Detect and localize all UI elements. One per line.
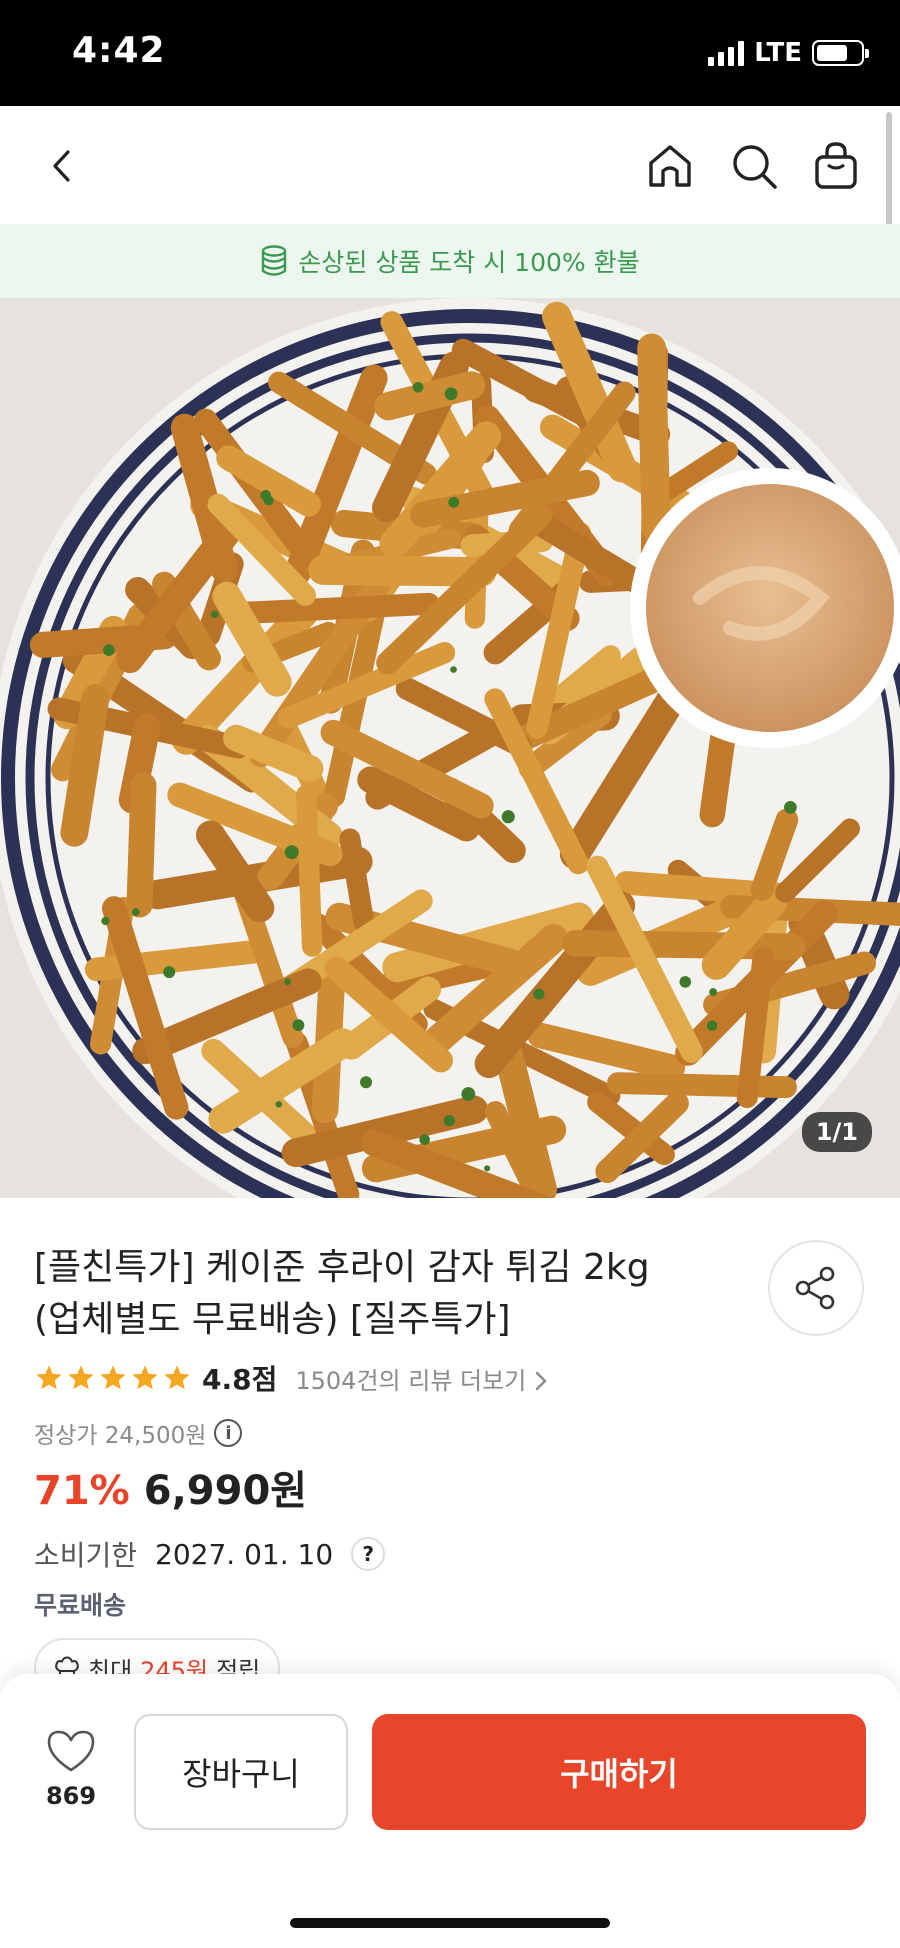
refund-banner: 손상된 상품 도착 시 100% 환불: [0, 224, 900, 298]
star-icon: [36, 1365, 62, 1390]
reviews-link-label: 1504건의 리뷰 더보기: [295, 1366, 527, 1395]
herb-fleck: [163, 966, 176, 979]
fries-illustration: [0, 298, 900, 1198]
fry-stick: [606, 1072, 797, 1099]
chevron-right-icon: [535, 1371, 547, 1390]
search-button[interactable]: [726, 138, 782, 194]
herb-fleck: [412, 381, 424, 393]
info-icon[interactable]: i: [214, 1419, 243, 1447]
status-indicators: LTE: [708, 38, 869, 68]
herb-fleck: [284, 978, 292, 986]
fry-stick: [223, 592, 440, 625]
herb-fleck: [784, 800, 797, 814]
herb-fleck: [103, 644, 115, 656]
herb-fleck: [448, 496, 460, 508]
herb-fleck: [484, 1165, 491, 1172]
home-button[interactable]: [642, 138, 698, 194]
herb-fleck: [292, 1019, 305, 1032]
coin-stack-icon: [262, 245, 287, 276]
herb-fleck: [419, 1134, 430, 1145]
herb-fleck: [533, 988, 545, 1000]
fry-stick: [126, 772, 157, 918]
fry-stick: [637, 333, 671, 543]
rating-row: 4.8점 1504건의 리뷰 더보기: [34, 1358, 548, 1398]
discount-rate: 71%: [34, 1468, 130, 1514]
home-indicator: [290, 1918, 610, 1928]
herb-fleck: [709, 988, 718, 996]
battery-icon: [812, 40, 869, 66]
herb-fleck: [275, 1101, 283, 1108]
original-price-row: 정상가 24,500원 i: [34, 1416, 243, 1450]
herb-fleck: [210, 610, 219, 619]
fry-stick: [308, 555, 497, 587]
herb-fleck: [444, 387, 458, 401]
rating-score: 4.8점: [202, 1363, 278, 1396]
product-image[interactable]: 1/1: [0, 298, 900, 1198]
star-icon: [132, 1365, 158, 1390]
home-icon: [649, 145, 691, 187]
cart-nav-button[interactable]: [808, 138, 864, 194]
herb-fleck: [461, 1087, 476, 1101]
status-time: 4:42: [72, 30, 166, 71]
wishlist-button[interactable]: 869: [36, 1728, 106, 1810]
share-icon: [795, 1266, 835, 1310]
bottom-action-bar: 869 장바구니 구매하기: [0, 1674, 900, 1948]
product-title: [플친특가] 케이준 후라이 감자 튀김 2kg (업체별도 무료배송) [질주…: [34, 1242, 734, 1346]
reviews-link[interactable]: 1504건의 리뷰 더보기: [295, 1361, 548, 1396]
star-icon: [68, 1365, 94, 1390]
product-title-line2: (업체별도 무료배송) [질주특가]: [34, 1299, 511, 1340]
share-button[interactable]: [768, 1240, 864, 1336]
network-label: LTE: [754, 38, 802, 68]
herb-fleck: [450, 666, 457, 673]
top-navigation: [0, 106, 900, 224]
shipping-label: 무료배송: [34, 1591, 127, 1620]
expiry-label: 소비기한: [34, 1539, 138, 1572]
herb-fleck: [101, 916, 110, 926]
herb-fleck: [501, 810, 515, 824]
product-title-line1: [플친특가] 케이준 후라이 감자 튀김 2kg: [34, 1247, 650, 1288]
expiry-value: 2027. 01. 10: [155, 1537, 334, 1571]
refund-banner-text: 손상된 상품 도착 시 100% 환불: [298, 248, 640, 277]
herb-fleck: [360, 1076, 373, 1089]
back-button[interactable]: [34, 138, 90, 194]
image-counter: 1/1: [801, 1112, 872, 1152]
buy-now-button[interactable]: 구매하기: [372, 1714, 866, 1830]
star-icon: [164, 1365, 190, 1390]
product-info: [플친특가] 케이준 후라이 감자 튀김 2kg (업체별도 무료배송) [질주…: [0, 1198, 900, 1698]
search-icon: [733, 145, 777, 189]
price-row: 71% 6,990원: [34, 1458, 307, 1516]
fry-stick: [296, 784, 323, 957]
signal-icon: [708, 40, 745, 66]
original-price: 정상가 24,500원: [34, 1423, 207, 1449]
herb-fleck: [679, 976, 692, 988]
herb-fleck: [131, 908, 140, 916]
herb-fleck: [260, 490, 272, 501]
heart-icon: [47, 1730, 95, 1772]
shopping-bag-icon: [815, 142, 857, 189]
rating-stars: [34, 1363, 192, 1393]
fry-stick: [339, 828, 375, 932]
sale-price: 6,990원: [143, 1468, 308, 1514]
expiry-help-button[interactable]: ?: [351, 1537, 386, 1571]
chevron-left-icon: [53, 150, 70, 182]
fry-stick: [562, 929, 806, 960]
wishlist-count: 869: [45, 1782, 97, 1810]
star-icon: [100, 1365, 126, 1390]
add-to-cart-button[interactable]: 장바구니: [134, 1714, 348, 1830]
herb-fleck: [706, 1020, 718, 1031]
herb-fleck: [443, 1114, 456, 1127]
expiry-row: 소비기한 2027. 01. 10 ?: [34, 1534, 386, 1574]
status-bar: 4:42 LTE: [0, 0, 900, 106]
herb-fleck: [284, 845, 299, 860]
